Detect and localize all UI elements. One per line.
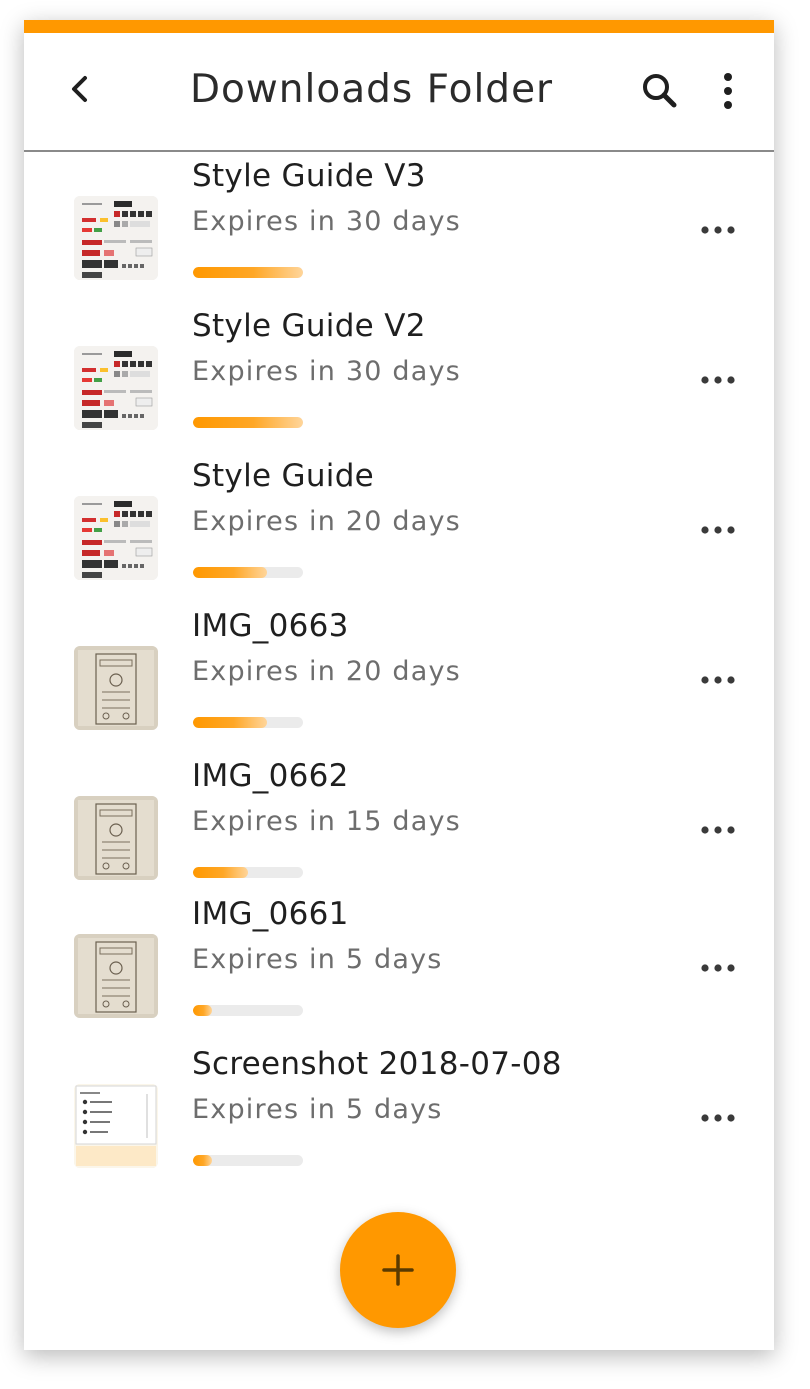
more-horizontal-icon [701, 826, 735, 834]
file-name: IMG_0661 [192, 896, 349, 932]
more-horizontal-icon [701, 226, 735, 234]
file-list-item[interactable]: Style Guide V2 Expires in 30 days [24, 302, 774, 432]
file-name: Style Guide V2 [192, 308, 426, 344]
file-thumbnail [74, 646, 158, 730]
expiry-progress-fill [193, 267, 303, 278]
file-name: IMG_0663 [192, 608, 349, 644]
more-horizontal-icon [701, 676, 735, 684]
file-more-button[interactable] [696, 956, 740, 980]
file-name: IMG_0662 [192, 758, 349, 794]
expiry-progress-bar [193, 867, 303, 878]
file-thumbnail [74, 346, 158, 430]
file-list-item[interactable]: IMG_0663 Expires in 20 days [24, 602, 774, 732]
expiry-progress-fill [193, 1155, 212, 1166]
more-horizontal-icon [701, 1114, 735, 1122]
expiry-progress-bar [193, 567, 303, 578]
expiry-progress-fill [193, 717, 267, 728]
file-name: Style Guide V3 [192, 158, 426, 194]
expiry-progress-bar [193, 717, 303, 728]
file-thumbnail [74, 796, 158, 880]
file-more-button[interactable] [696, 218, 740, 242]
expiry-progress-bar [193, 267, 303, 278]
expiry-progress-fill [193, 1005, 212, 1016]
file-expiry: Expires in 20 days [192, 506, 461, 537]
expiry-progress-bar [193, 417, 303, 428]
file-expiry: Expires in 5 days [192, 944, 443, 975]
file-list-item[interactable]: Screenshot 2018-07-08 Expires in 5 days [24, 1040, 774, 1170]
expiry-progress-bar [193, 1155, 303, 1166]
file-more-button[interactable] [696, 368, 740, 392]
file-expiry: Expires in 30 days [192, 356, 461, 387]
expiry-progress-bar [193, 1005, 303, 1016]
file-thumbnail [74, 934, 158, 1018]
more-horizontal-icon [701, 526, 735, 534]
file-list-item[interactable]: Style Guide Expires in 20 days [24, 452, 774, 582]
file-expiry: Expires in 15 days [192, 806, 461, 837]
file-more-button[interactable] [696, 818, 740, 842]
expiry-progress-fill [193, 567, 267, 578]
file-list-item[interactable]: Style Guide V3 Expires in 30 days [24, 152, 774, 282]
file-expiry: Expires in 30 days [192, 206, 461, 237]
add-file-button[interactable] [340, 1212, 456, 1328]
file-list: Style Guide V3 Expires in 30 days Style G… [24, 20, 774, 1350]
file-thumbnail [74, 1084, 158, 1168]
file-expiry: Expires in 20 days [192, 656, 461, 687]
expiry-progress-fill [193, 867, 248, 878]
file-more-button[interactable] [696, 518, 740, 542]
more-horizontal-icon [701, 376, 735, 384]
plus-icon [382, 1254, 414, 1286]
file-thumbnail [74, 196, 158, 280]
file-more-button[interactable] [696, 1106, 740, 1130]
more-horizontal-icon [701, 964, 735, 972]
file-more-button[interactable] [696, 668, 740, 692]
file-expiry: Expires in 5 days [192, 1094, 443, 1125]
file-name: Screenshot 2018-07-08 [192, 1046, 562, 1082]
file-list-item[interactable]: IMG_0662 Expires in 15 days [24, 752, 774, 882]
expiry-progress-fill [193, 417, 303, 428]
file-thumbnail [74, 496, 158, 580]
app-window: Downloads Folder Style Guide V3 Expires … [24, 20, 774, 1350]
file-name: Style Guide [192, 458, 375, 494]
file-list-item[interactable]: IMG_0661 Expires in 5 days [24, 890, 774, 1020]
